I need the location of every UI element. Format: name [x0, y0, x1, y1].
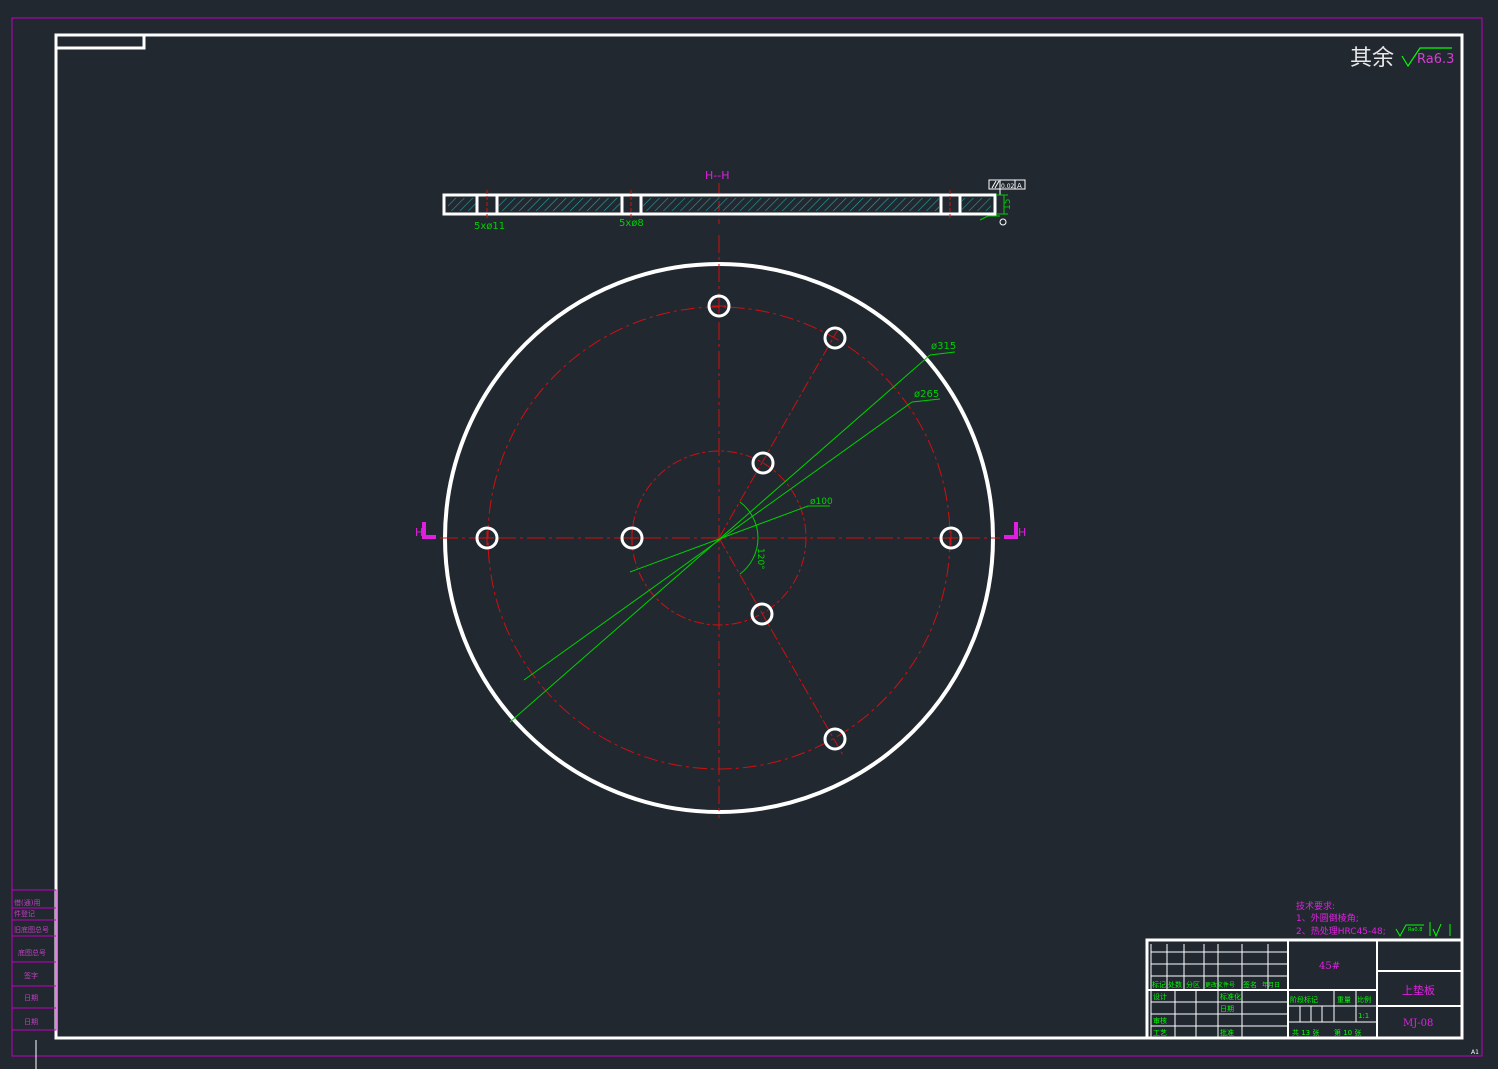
flatness-value: 0.02: [1001, 183, 1015, 190]
parallelism-icon: [991, 180, 1000, 189]
part-name: 上垫板: [1402, 983, 1435, 997]
stamp-label: 签字: [24, 971, 38, 980]
flatness-tolerance-frame: 0.02 A: [988, 179, 1026, 195]
section-view: H--H 5xø11 5xø8 0.02 A 15: [442, 169, 1026, 232]
header-cell: 分区: [1186, 980, 1200, 989]
title-block: 标记 处数 分区 更改文件号 签名 年月日 设计 审核 工艺 标准化 批准 日期…: [1145, 938, 1464, 1040]
section-hatch-2: [499, 198, 620, 211]
stage-label: 重量: [1337, 996, 1351, 1004]
plan-view: ø315 ø265 ø100 120° H H: [415, 235, 1026, 818]
cut-marker-right: H: [1004, 522, 1026, 539]
material: 45#: [1319, 961, 1340, 972]
side-stamp-column: 借(通)用 件登记 旧底图总号 底图总号 签字 日期 日期: [11, 889, 57, 1031]
hole-callout-mid: 5xø8: [619, 218, 644, 229]
header-cell: 签名: [1243, 980, 1257, 989]
tech-roughness-alt-icon: [1429, 922, 1451, 938]
bolt-hole: [823, 727, 847, 751]
sheet-size: A1: [1471, 1049, 1479, 1056]
hole-callout-left: 5xø11: [474, 221, 505, 232]
cut-marker-right-label: H: [1018, 526, 1026, 539]
dimension-leaders: [509, 351, 956, 723]
sheet-boundary: [11, 17, 1483, 1057]
row-label: 工艺: [1153, 1029, 1167, 1037]
thickness-value: 15: [1003, 199, 1013, 210]
stamp-label: 日期: [24, 994, 38, 1002]
datum-letter: A: [1017, 182, 1022, 190]
dim-angle: 120°: [755, 548, 765, 570]
tech-roughness-value: Ra0.8: [1408, 927, 1422, 933]
scale: 1:1: [1358, 1012, 1369, 1020]
header-cell: 标记: [1152, 980, 1166, 989]
cut-marker-left: H: [415, 522, 436, 539]
tech-requirements: 技术要求: 1、外圆倒棱角; 2、热处理HRC45-48; Ra0.8: [1296, 900, 1451, 938]
dim-inner-diameter: ø100: [810, 497, 833, 507]
stamp-label: 借(通)用: [14, 898, 40, 907]
section-hatch-4: [962, 198, 991, 211]
mid-label: 批准: [1220, 1028, 1234, 1037]
header-cell: 处数: [1168, 980, 1182, 989]
tech-req-item-1: 1、外圆倒棱角;: [1296, 912, 1359, 924]
radial-centerline-lower: [718, 537, 844, 756]
mid-label: 标准化: [1220, 992, 1241, 1001]
surface-note-prefix: 其余: [1350, 46, 1394, 71]
stamp-label: 件登记: [14, 909, 35, 918]
drawing-frame: [54, 33, 1464, 1040]
header-cell: 年月日: [1262, 981, 1280, 989]
frame-corner-box: [56, 35, 146, 50]
drawing-number: MJ-08: [1403, 1018, 1433, 1029]
header-cell: 更改文件号: [1205, 981, 1235, 989]
section-hatch-1: [448, 198, 476, 211]
stamp-label: 底图总号: [18, 948, 46, 957]
stage-label: 阶段标记: [1290, 995, 1318, 1004]
stamp-label: 日期: [24, 1018, 38, 1026]
cad-drawing-canvas: 其余 Ra6.3 H--H 5xø11 5xø8 0.02 A 15 ø315 …: [11, 17, 1483, 1069]
tech-req-item-2: 2、热处理HRC45-48;: [1296, 925, 1386, 937]
datum-symbol-icon: [999, 218, 1007, 226]
sheet-total: 共 13 张: [1292, 1028, 1319, 1037]
section-hatch-3: [643, 198, 939, 211]
sheet-no: 第 10 张: [1334, 1028, 1361, 1037]
surface-roughness-note: 其余 Ra6.3: [1350, 46, 1454, 71]
tech-req-title: 技术要求:: [1296, 900, 1335, 912]
mid-label: 日期: [1220, 1005, 1234, 1013]
dim-outer-diameter: ø315: [931, 341, 956, 352]
row-label: 审核: [1153, 1016, 1167, 1025]
bolt-hole: [751, 451, 775, 475]
dim-pitch-diameter: ø265: [914, 389, 939, 400]
stamp-label: 旧底图总号: [14, 925, 49, 934]
stage-label: 比例: [1357, 995, 1371, 1004]
section-label: H--H: [705, 169, 729, 182]
surface-note-roughness: Ra6.3: [1417, 52, 1454, 67]
cut-marker-left-label: H: [415, 526, 423, 539]
roughness-leader: [979, 215, 1000, 221]
row-label: 设计: [1153, 992, 1167, 1001]
